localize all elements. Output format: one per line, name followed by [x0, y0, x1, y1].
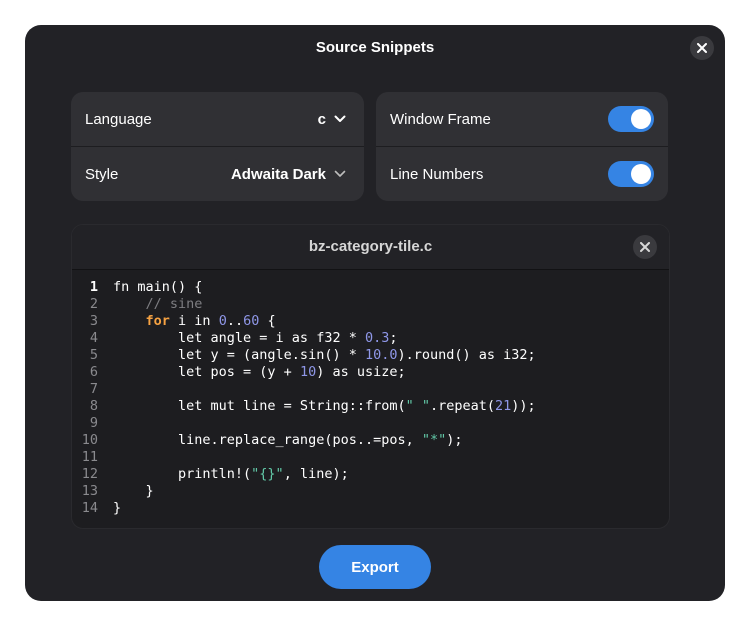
line-number: 1 — [89, 279, 98, 295]
style-dropdown[interactable]: Adwaita Dark — [231, 166, 346, 183]
code-line: 12 println!("{}", line); — [72, 466, 669, 483]
close-icon — [697, 43, 707, 53]
line-numbers-row[interactable]: Line Numbers — [376, 147, 668, 201]
preview-header: bz-category-tile.c — [72, 225, 669, 270]
language-label: Language — [85, 110, 152, 128]
style-row[interactable]: Style Adwaita Dark — [71, 147, 364, 201]
code-line: 3 for i in 0..60 { — [72, 313, 669, 330]
dialog-title: Source Snippets — [315, 39, 435, 56]
code-view[interactable]: 1 fn main() {2 // sine 3 for i in 0..60 {4… — [72, 279, 669, 517]
line-numbers-toggle[interactable] — [608, 161, 654, 187]
code-text: let y = (angle.sin() * 10.0).round() as … — [113, 347, 536, 363]
line-number: 4 — [89, 330, 98, 346]
window-frame-label: Window Frame — [390, 110, 491, 128]
code-line: 8 let mut line = String::from(" ".repeat… — [72, 398, 669, 415]
code-text: for i in 0..60 { — [145, 313, 276, 329]
window-frame-toggle[interactable] — [608, 106, 654, 132]
preview-filename: bz-category-tile.c — [308, 238, 433, 255]
format-settings-card: Language c Style Adwaita Dark — [71, 92, 364, 201]
code-line: 2 // sine — [72, 296, 669, 313]
code-text: } — [113, 500, 122, 516]
line-number: 12 — [81, 466, 98, 482]
code-line: 5 let y = (angle.sin() * 10.0).round() a… — [72, 347, 669, 364]
code-text: let angle = i as f32 * 0.3; — [113, 330, 398, 346]
close-icon — [640, 242, 650, 252]
code-line: 14} — [72, 500, 669, 517]
toggle-knob — [631, 164, 651, 184]
code-text: let mut line = String::from(" ".repeat(2… — [113, 398, 536, 414]
window-frame-row[interactable]: Window Frame — [376, 92, 668, 147]
line-number: 10 — [81, 432, 98, 448]
close-preview-button[interactable] — [633, 235, 657, 259]
line-number: 8 — [89, 398, 98, 414]
chevron-down-icon — [334, 115, 346, 122]
line-number: 7 — [89, 381, 98, 397]
line-number: 3 — [89, 313, 98, 329]
code-text: let pos = (y + 10) as usize; — [113, 364, 406, 380]
code-text: println!("{}", line); — [113, 466, 349, 482]
language-dropdown[interactable]: c — [318, 111, 346, 128]
line-numbers-label: Line Numbers — [390, 165, 484, 183]
code-text: // sine — [145, 296, 203, 312]
code-text: line.replace_range(pos..=pos, "*"); — [113, 432, 463, 448]
snippet-preview: bz-category-tile.c 1 fn main() {2 // sine… — [71, 224, 670, 529]
language-value: c — [317, 110, 326, 128]
line-number: 13 — [81, 483, 98, 499]
style-value: Adwaita Dark — [230, 165, 326, 183]
line-number: 11 — [81, 449, 98, 465]
line-number: 5 — [89, 347, 98, 363]
code-line: 7 — [72, 381, 669, 398]
export-button[interactable]: Export — [319, 545, 431, 589]
code-line: 9 — [72, 415, 669, 432]
style-label: Style — [85, 165, 119, 183]
code-line: 4 let angle = i as f32 * 0.3; — [72, 330, 669, 347]
toggle-knob — [631, 109, 651, 129]
code-line: 11 — [72, 449, 669, 466]
close-dialog-button[interactable] — [690, 36, 714, 60]
line-number: 14 — [81, 500, 98, 516]
code-line: 1 fn main() { — [72, 279, 669, 296]
language-row[interactable]: Language c — [71, 92, 364, 147]
code-text: fn main() { — [113, 279, 203, 295]
line-number: 9 — [89, 415, 98, 431]
line-number: 6 — [89, 364, 98, 380]
line-number: 2 — [89, 296, 98, 312]
code-line: 13 } — [72, 483, 669, 500]
code-text: } — [113, 483, 154, 499]
chevron-down-icon — [334, 170, 346, 177]
source-snippets-dialog: Source Snippets Language c Style Adwaita… — [25, 25, 725, 601]
display-settings-card: Window Frame Line Numbers — [376, 92, 668, 201]
code-line: 6 let pos = (y + 10) as usize; — [72, 364, 669, 381]
code-line: 10 line.replace_range(pos..=pos, "*"); — [72, 432, 669, 449]
